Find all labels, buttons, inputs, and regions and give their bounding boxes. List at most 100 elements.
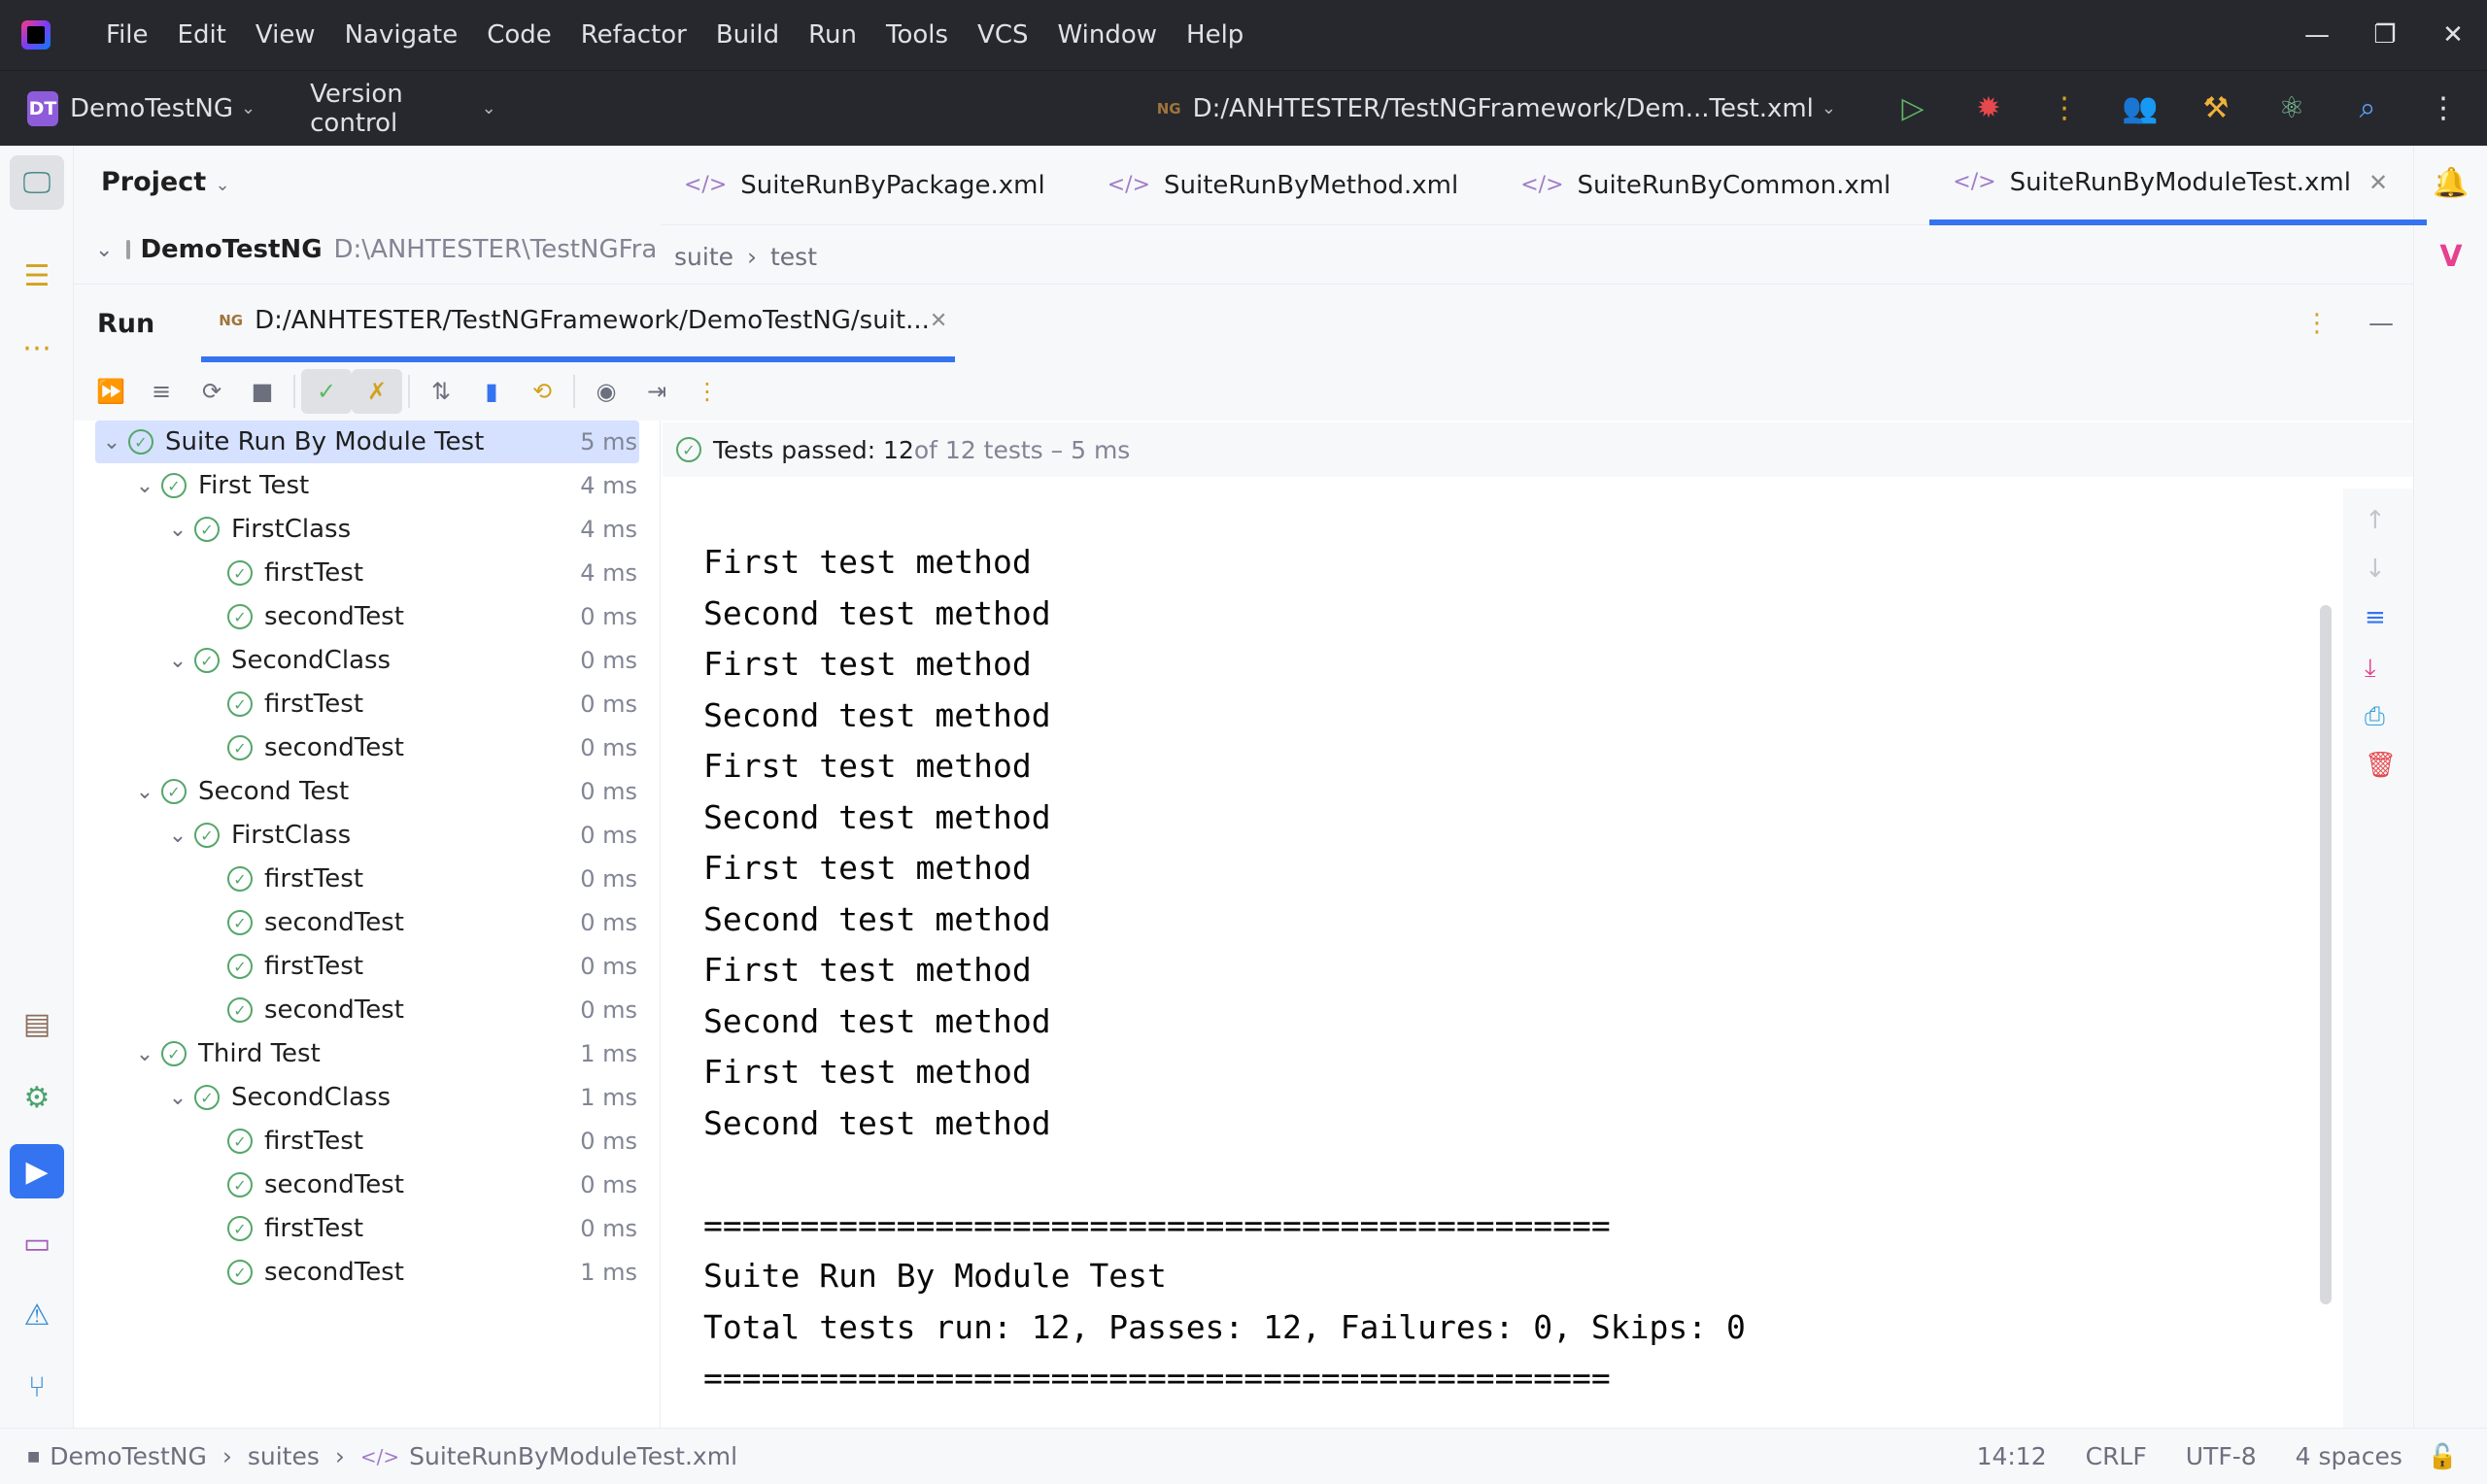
chevron-down-icon[interactable]: ⌄ [95,430,128,455]
chevron-down-icon[interactable]: ⌄ [128,780,161,804]
soft-wrap-icon[interactable]: ≡ [2365,603,2386,632]
tree-node[interactable]: ⌄ ✓ First Test 4 ms [95,464,639,507]
chevron-down-icon[interactable]: ⌄ [95,238,113,262]
menu-refactor[interactable]: Refactor [566,20,701,50]
tab-suite-run-by-method[interactable]: </> SuiteRunByMethod.xml [1084,146,1497,225]
import-tests-icon[interactable]: ▮ [466,369,517,414]
run-tool-icon[interactable]: ▶ [10,1144,64,1198]
toggle-auto-test-icon[interactable]: ⟳ [187,369,237,414]
stop-icon[interactable]: ■ [237,369,288,414]
minimize-icon[interactable]: — [2283,20,2351,50]
arrow-down-icon[interactable]: ↓ [2365,555,2386,584]
project-root-name[interactable]: DemoTestNG [140,235,322,264]
tools-icon[interactable]: ⚒ [2178,91,2254,125]
git-tool-icon[interactable]: ⑂ [10,1360,64,1414]
rerun-failed-icon[interactable]: ≡ [136,369,187,414]
status-crumb-project[interactable]: DemoTestNG [50,1442,207,1470]
tree-node[interactable]: ✓ firstTest 0 ms [95,1120,639,1163]
close-tab-icon[interactable]: ✕ [2368,169,2388,196]
show-ignored-icon[interactable]: ✗ [352,369,402,414]
menu-tools[interactable]: Tools [871,20,963,50]
export-icon[interactable]: ⇥ [631,369,682,414]
bookmarks-tool-icon[interactable]: ▤ [10,996,64,1051]
search-icon[interactable]: ⌕ [2330,91,2405,125]
chevron-down-icon[interactable]: ⌄ [241,98,256,118]
ai-assistant-icon[interactable]: ⚛ [2254,91,2330,125]
menu-view[interactable]: View [241,20,330,50]
clear-all-icon[interactable]: 🗑 [2365,751,2397,780]
project-tool-icon[interactable]: 🖵 [10,155,64,210]
close-run-tab-icon[interactable]: ✕ [930,309,947,333]
chevron-down-icon[interactable]: ⌄ [161,518,194,542]
project-panel-title[interactable]: Project ⌄ [101,167,230,197]
tree-node[interactable]: ⌄ ✓ Suite Run By Module Test 5 ms [95,421,639,463]
tree-node[interactable]: ✓ firstTest 4 ms [95,552,639,594]
chevron-down-icon[interactable]: ⌄ [161,824,194,848]
tab-suite-run-by-package[interactable]: </> SuiteRunByPackage.xml [661,146,1084,225]
tree-node[interactable]: ✓ secondTest 0 ms [95,901,639,944]
structure-tool-icon[interactable]: ☰ [10,249,64,303]
console-scrollbar[interactable] [2320,605,2332,1304]
breadcrumb-test[interactable]: test [770,243,817,271]
caret-position[interactable]: 14:12 [1977,1442,2047,1470]
line-separator[interactable]: CRLF [2086,1442,2147,1470]
tree-node[interactable]: ✓ firstTest 0 ms [95,683,639,725]
tree-node[interactable]: ⌄ ✓ Second Test 0 ms [95,770,639,813]
lock-icon[interactable]: 🔓 [2428,1442,2458,1471]
history-icon[interactable]: ⟲ [517,369,567,414]
print-icon[interactable]: ⎙ [2365,702,2385,732]
plugin-v-icon[interactable]: V [2424,229,2478,284]
debug-icon[interactable]: ✹ [1951,91,2027,125]
tree-node[interactable]: ✓ secondTest 0 ms [95,595,639,638]
chevron-down-icon[interactable]: ⌄ [128,1042,161,1066]
status-crumb-file[interactable]: SuiteRunByModuleTest.xml [409,1442,737,1470]
services-tool-icon[interactable]: ⚙ [10,1070,64,1125]
menu-help[interactable]: Help [1172,20,1258,50]
problems-tool-icon[interactable]: ⚠ [10,1288,64,1342]
tree-node[interactable]: ⌄ ✓ Third Test 1 ms [95,1032,639,1075]
project-badge[interactable]: DT [27,90,58,126]
menu-navigate[interactable]: Navigate [330,20,473,50]
show-passed-icon[interactable]: ✓ [301,369,352,414]
run-tab[interactable]: NG D:/ANHTESTER/TestNGFramework/DemoTest… [201,285,956,362]
menu-code[interactable]: Code [472,20,566,50]
tab-suite-run-by-module-test[interactable]: </> SuiteRunByModuleTest.xml ✕ [1929,146,2428,225]
status-crumb-folder[interactable]: suites [248,1442,320,1470]
tree-node[interactable]: ✓ firstTest 0 ms [95,1207,639,1250]
more-actions-icon[interactable]: ⋮ [2027,91,2102,125]
terminal-tool-icon[interactable]: ▭ [10,1216,64,1270]
settings-icon[interactable]: ⋮ [2405,91,2481,125]
tab-options-icon[interactable]: ⋮ [2427,171,2452,200]
close-window-icon[interactable]: ✕ [2419,20,2487,50]
tree-node[interactable]: ✓ secondTest 0 ms [95,989,639,1031]
restore-icon[interactable]: ❐ [2351,20,2419,50]
menu-run[interactable]: Run [794,20,871,50]
intellij-logo-icon[interactable] [21,20,51,50]
chevron-down-icon[interactable]: ⌄ [161,649,194,673]
tree-node[interactable]: ⌄ ✓ SecondClass 1 ms [95,1076,639,1119]
tree-node[interactable]: ⌄ ✓ SecondClass 0 ms [95,639,639,682]
tree-node[interactable]: ⌄ ✓ FirstClass 0 ms [95,814,639,857]
menu-vcs[interactable]: VCS [963,20,1042,50]
chevron-down-icon[interactable]: ⌄ [482,98,496,118]
project-name[interactable]: DemoTestNG [70,94,233,123]
version-control-widget[interactable]: Version control ⌄ [298,80,496,138]
code-with-me-icon[interactable]: 👥 [2102,91,2178,125]
menu-window[interactable]: Window [1043,20,1173,50]
more-icon[interactable]: ⋮ [682,369,732,414]
more-tools-icon[interactable]: ⋯ [10,320,64,375]
arrow-up-icon[interactable]: ↑ [2365,506,2386,535]
camera-icon[interactable]: ◉ [581,369,631,414]
file-encoding[interactable]: UTF-8 [2186,1442,2257,1470]
run-options-icon[interactable]: ⋮ [2304,309,2330,338]
run-configuration-label[interactable]: D:/ANHTESTER/TestNGFramework/Dem...Test.… [1193,94,1814,123]
indent-setting[interactable]: 4 spaces [2296,1442,2402,1470]
console-output[interactable]: First test method Second test method First… [663,489,2343,1429]
tree-node[interactable]: ✓ secondTest 1 ms [95,1251,639,1294]
tree-node[interactable]: ⌄ ✓ FirstClass 4 ms [95,508,639,551]
chevron-down-icon[interactable]: ⌄ [216,175,230,195]
run-configuration-selector[interactable]: NG D:/ANHTESTER/TestNGFramework/Dem...Te… [1157,94,1836,123]
chevron-down-icon[interactable]: ⌄ [128,474,161,498]
run-icon[interactable]: ▷ [1875,91,1951,125]
menu-edit[interactable]: Edit [163,20,241,50]
